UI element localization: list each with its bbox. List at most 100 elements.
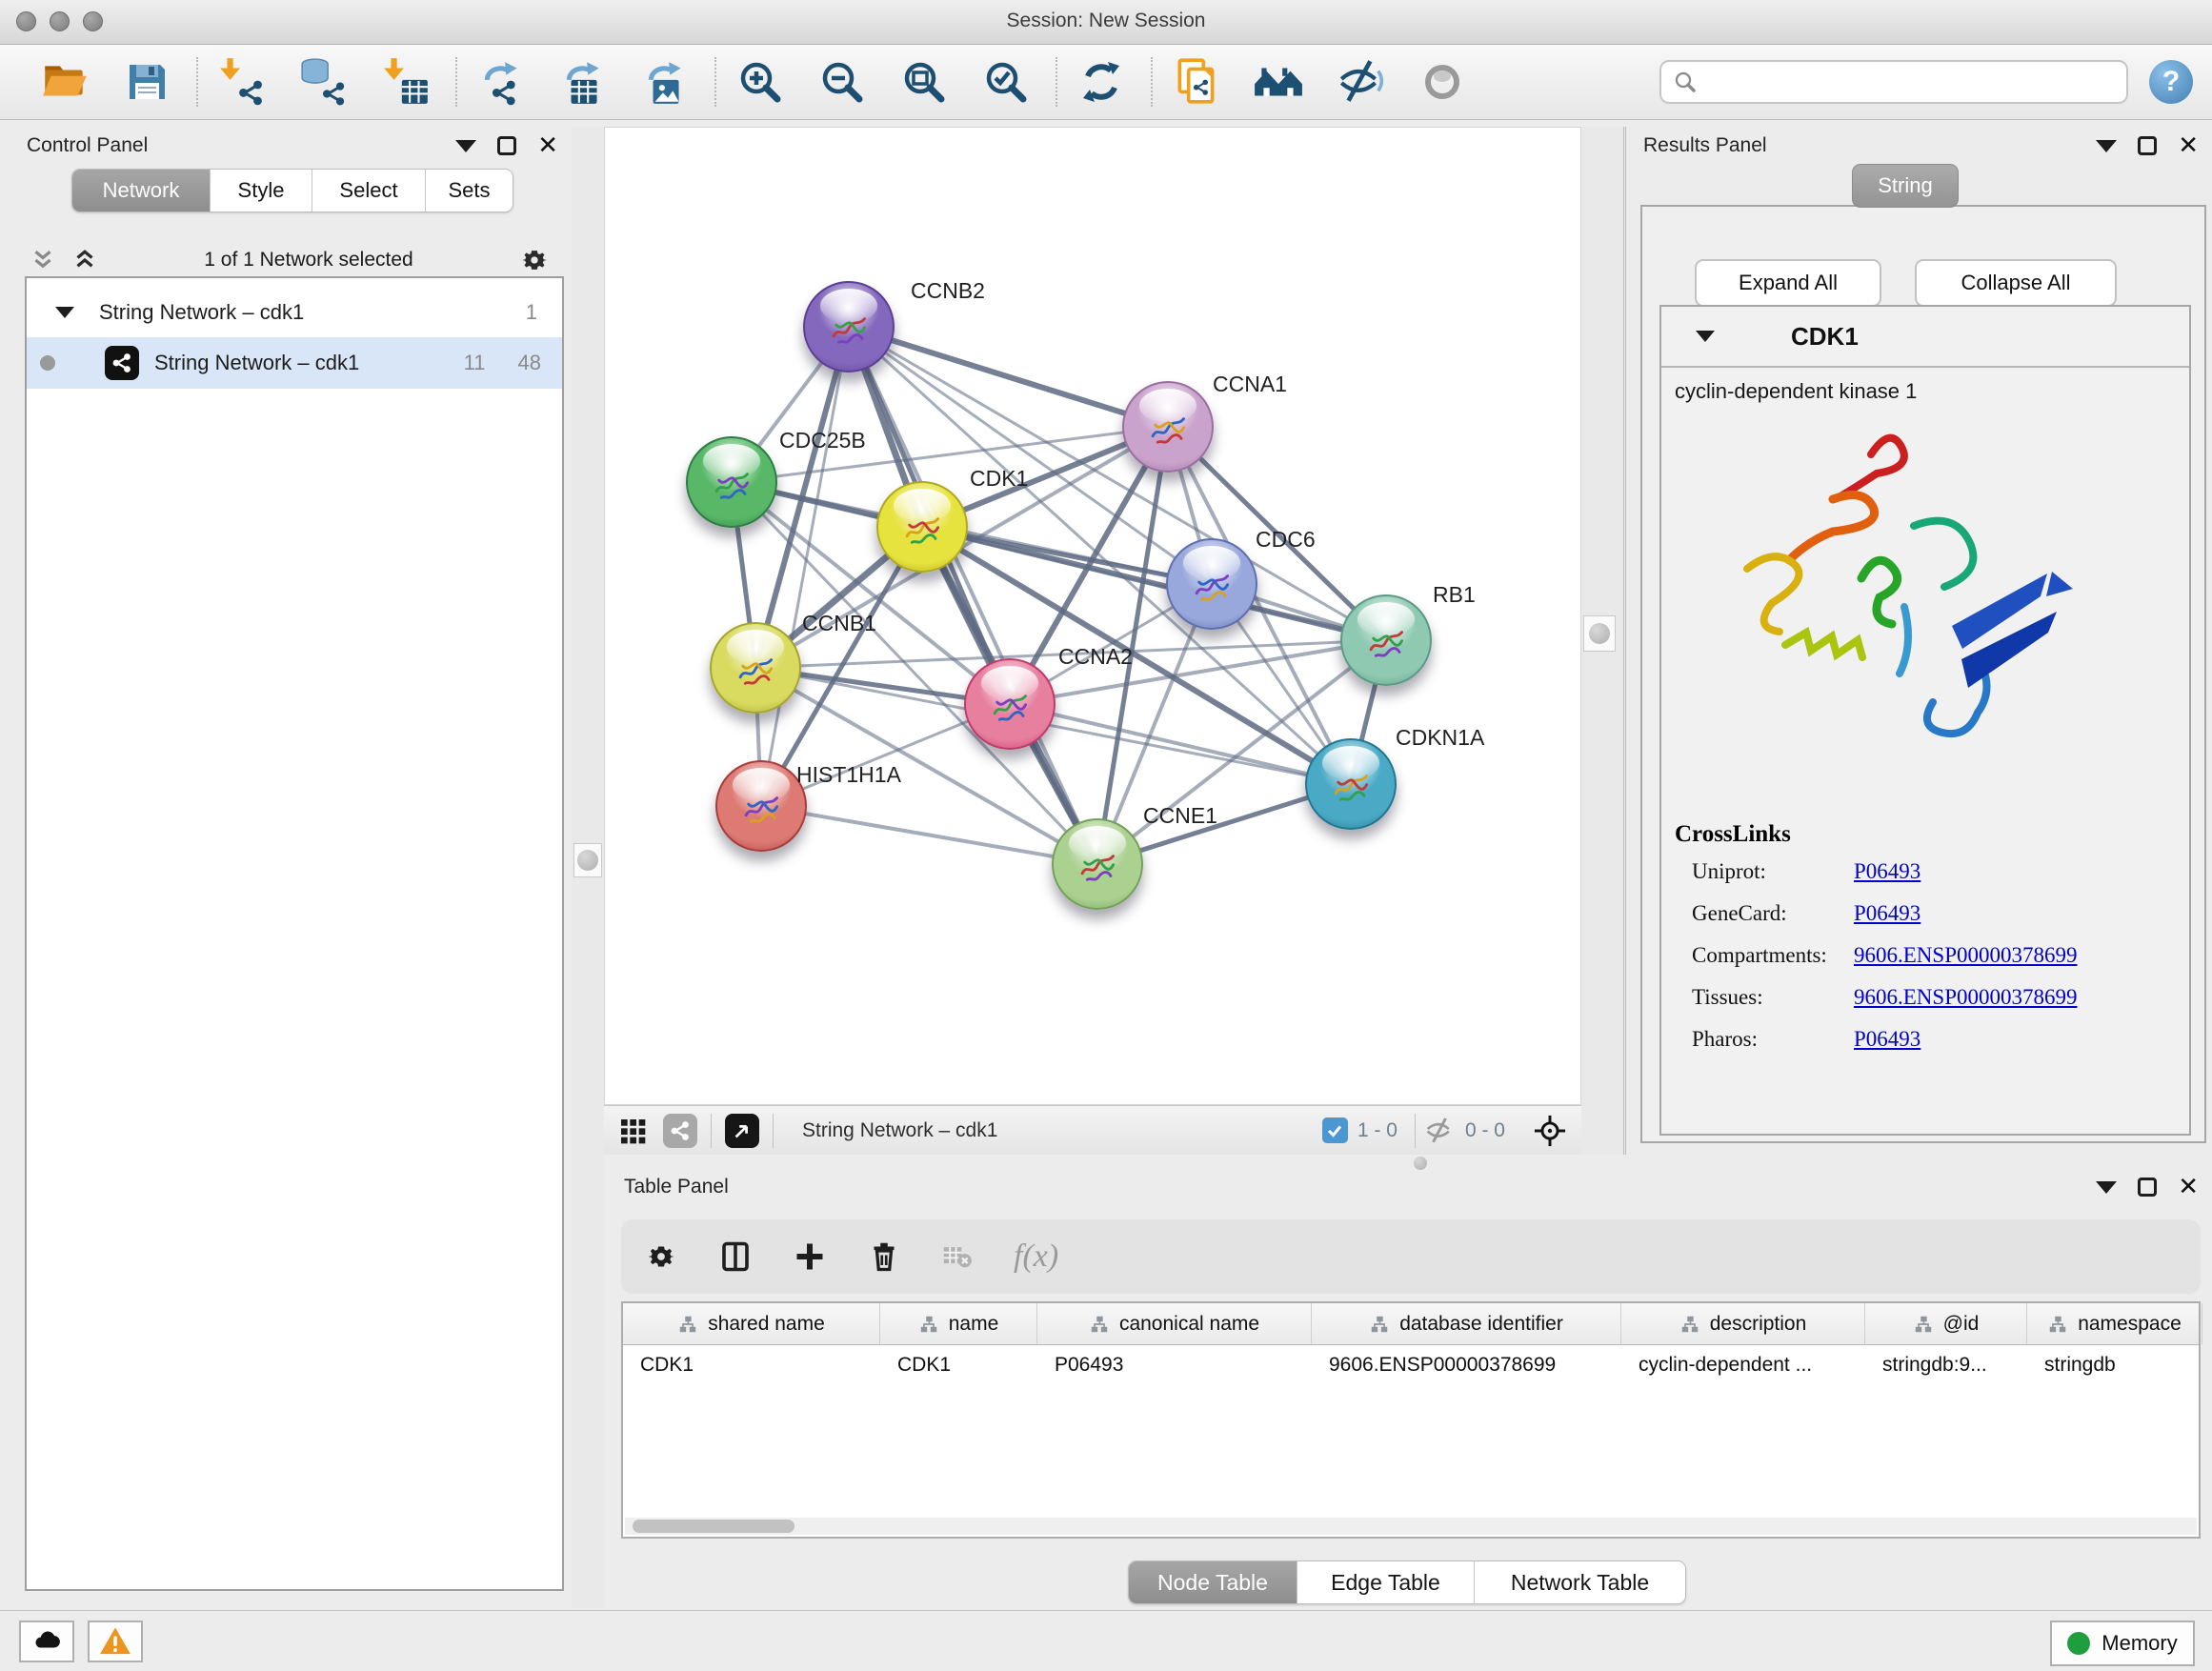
tab-edge-table[interactable]: Edge Table (1297, 1561, 1474, 1603)
panel-menu-icon[interactable] (2096, 1181, 2117, 1194)
first-neighbors-icon[interactable] (1252, 55, 1305, 109)
table-cell-description[interactable]: cyclin-dependent ... (1621, 1345, 1865, 1387)
save-session-icon[interactable] (120, 55, 173, 109)
collection-expand-icon[interactable] (55, 307, 74, 318)
left-splitter[interactable] (572, 127, 604, 1608)
node-table[interactable]: shared namenamecanonical namedatabase id… (621, 1301, 2201, 1539)
network-node-CDC6[interactable] (1166, 538, 1257, 630)
tab-string[interactable]: String (1852, 164, 1959, 208)
network-view-icon[interactable] (663, 1114, 697, 1148)
expand-all-button[interactable]: Expand All (1695, 259, 1881, 307)
panel-close-icon[interactable]: ✕ (2178, 1178, 2199, 1197)
clone-network-icon[interactable] (1170, 55, 1223, 109)
collapse-all-button[interactable]: Collapse All (1915, 259, 2117, 307)
refresh-layout-icon[interactable] (1075, 55, 1128, 109)
panel-float-icon[interactable] (2138, 136, 2157, 155)
table-cell-canonical-name[interactable]: P06493 (1037, 1345, 1312, 1387)
zoom-in-icon[interactable] (734, 55, 787, 109)
network-node-CCNE1[interactable] (1052, 818, 1143, 910)
network-node-CCNB1[interactable] (710, 622, 801, 714)
gear-icon[interactable] (518, 244, 551, 276)
network-node-HIST1H1A[interactable] (715, 760, 807, 852)
column-header--id[interactable]: @id (1865, 1303, 2027, 1344)
expand-all-icon[interactable] (70, 246, 99, 274)
right-splitter[interactable] (1581, 127, 1626, 1160)
panel-close-icon[interactable]: ✕ (537, 136, 558, 155)
network-node-CDC25B[interactable] (686, 436, 777, 528)
import-table-icon[interactable] (379, 55, 432, 109)
column-header-description[interactable]: description (1621, 1303, 1865, 1344)
memory-button[interactable]: Memory (2050, 1621, 2195, 1666)
tab-network[interactable]: Network (72, 170, 210, 211)
delete-table-icon[interactable] (941, 1240, 974, 1273)
column-header-namespace[interactable]: namespace (2027, 1303, 2202, 1344)
network-edge-CCNB2-CCNA1[interactable] (849, 327, 1168, 427)
collapse-all-icon[interactable] (29, 246, 57, 274)
function-builder-icon[interactable]: f(x) (1014, 1238, 1058, 1275)
open-session-icon[interactable] (38, 55, 91, 109)
table-cell-shared-name[interactable]: CDK1 (623, 1345, 880, 1387)
hidden-items-icon[interactable] (1423, 1115, 1456, 1147)
selected-nodes-checkbox[interactable] (1322, 1117, 1348, 1143)
import-network-icon[interactable] (215, 55, 269, 109)
panel-float-icon[interactable] (497, 136, 516, 155)
protein-collapse-icon[interactable] (1696, 331, 1715, 342)
network-collection-row[interactable]: String Network – cdk1 1 (27, 288, 562, 337)
crosslink-link[interactable]: 9606.ENSP00000378699 (1854, 985, 2078, 1010)
network-node-CDK1[interactable] (876, 481, 968, 573)
tab-network-table[interactable]: Network Table (1474, 1561, 1685, 1603)
table-cell-namespace[interactable]: stringdb (2027, 1345, 2202, 1387)
table-cell--id[interactable]: stringdb:9... (1865, 1345, 2027, 1387)
tab-select[interactable]: Select (312, 170, 425, 211)
table-horizontal-scrollbar[interactable] (625, 1518, 2197, 1535)
hide-selected-icon[interactable] (1334, 55, 1387, 109)
crosslink-link[interactable]: 9606.ENSP00000378699 (1854, 943, 2078, 968)
tab-sets[interactable]: Sets (425, 170, 513, 211)
import-database-icon[interactable] (297, 55, 351, 109)
column-header-shared-name[interactable]: shared name (623, 1303, 880, 1344)
crosslink-link[interactable]: P06493 (1854, 901, 1920, 926)
panel-close-icon[interactable]: ✕ (2178, 136, 2199, 155)
network-node-RB1[interactable] (1340, 594, 1432, 686)
column-header-canonical-name[interactable]: canonical name (1037, 1303, 1312, 1344)
crosslink-link[interactable]: P06493 (1854, 859, 1920, 884)
crosslink-link[interactable]: P06493 (1854, 1027, 1920, 1052)
network-node-CCNA1[interactable] (1122, 381, 1214, 473)
export-table-icon[interactable] (556, 55, 610, 109)
table-cell-database-identifier[interactable]: 9606.ENSP00000378699 (1312, 1345, 1621, 1387)
show-columns-icon[interactable] (718, 1239, 753, 1274)
search-input[interactable] (1698, 71, 2098, 93)
add-column-icon[interactable] (793, 1239, 827, 1274)
export-network-icon[interactable] (474, 55, 528, 109)
panel-menu-icon[interactable] (2096, 140, 2117, 152)
network-row-selected[interactable]: String Network – cdk1 11 48 (27, 337, 562, 389)
tab-node-table[interactable]: Node Table (1129, 1561, 1297, 1603)
column-header-database-identifier[interactable]: database identifier (1312, 1303, 1621, 1344)
network-node-CCNA2[interactable] (964, 658, 1056, 750)
help-icon[interactable]: ? (2149, 60, 2193, 104)
network-canvas[interactable]: CCNB2CCNA1CDC25BCDK1CDC6RB1CCNB1CCNA2CDK… (604, 127, 1581, 1105)
cloud-button[interactable] (19, 1621, 74, 1662)
delete-column-icon[interactable] (867, 1239, 901, 1274)
table-cell-name[interactable]: CDK1 (880, 1345, 1037, 1387)
column-header-name[interactable]: name (880, 1303, 1037, 1344)
zoom-selected-icon[interactable] (979, 55, 1033, 109)
crosshair-icon[interactable] (1532, 1113, 1568, 1149)
scrollbar-thumb[interactable] (633, 1520, 794, 1533)
export-image-icon[interactable] (638, 55, 692, 109)
show-all-icon[interactable] (1416, 55, 1469, 109)
table-settings-gear-icon[interactable] (644, 1239, 678, 1274)
network-node-CCNB2[interactable] (803, 281, 895, 372)
warning-button[interactable] (88, 1621, 143, 1662)
network-edge-CCNA2-CDKN1A[interactable] (1010, 704, 1351, 784)
panel-menu-icon[interactable] (455, 140, 476, 152)
zoom-fit-icon[interactable] (897, 55, 951, 109)
panel-float-icon[interactable] (2138, 1178, 2157, 1197)
grid-view-icon[interactable] (617, 1116, 648, 1146)
network-node-CDKN1A[interactable] (1305, 738, 1397, 830)
zoom-out-icon[interactable] (815, 55, 869, 109)
protein-header[interactable]: CDK1 (1661, 307, 2189, 368)
birds-eye-view-icon[interactable] (725, 1114, 759, 1148)
table-row[interactable]: CDK1CDK1P064939606.ENSP00000378699cyclin… (623, 1345, 2199, 1387)
tab-style[interactable]: Style (210, 170, 312, 211)
